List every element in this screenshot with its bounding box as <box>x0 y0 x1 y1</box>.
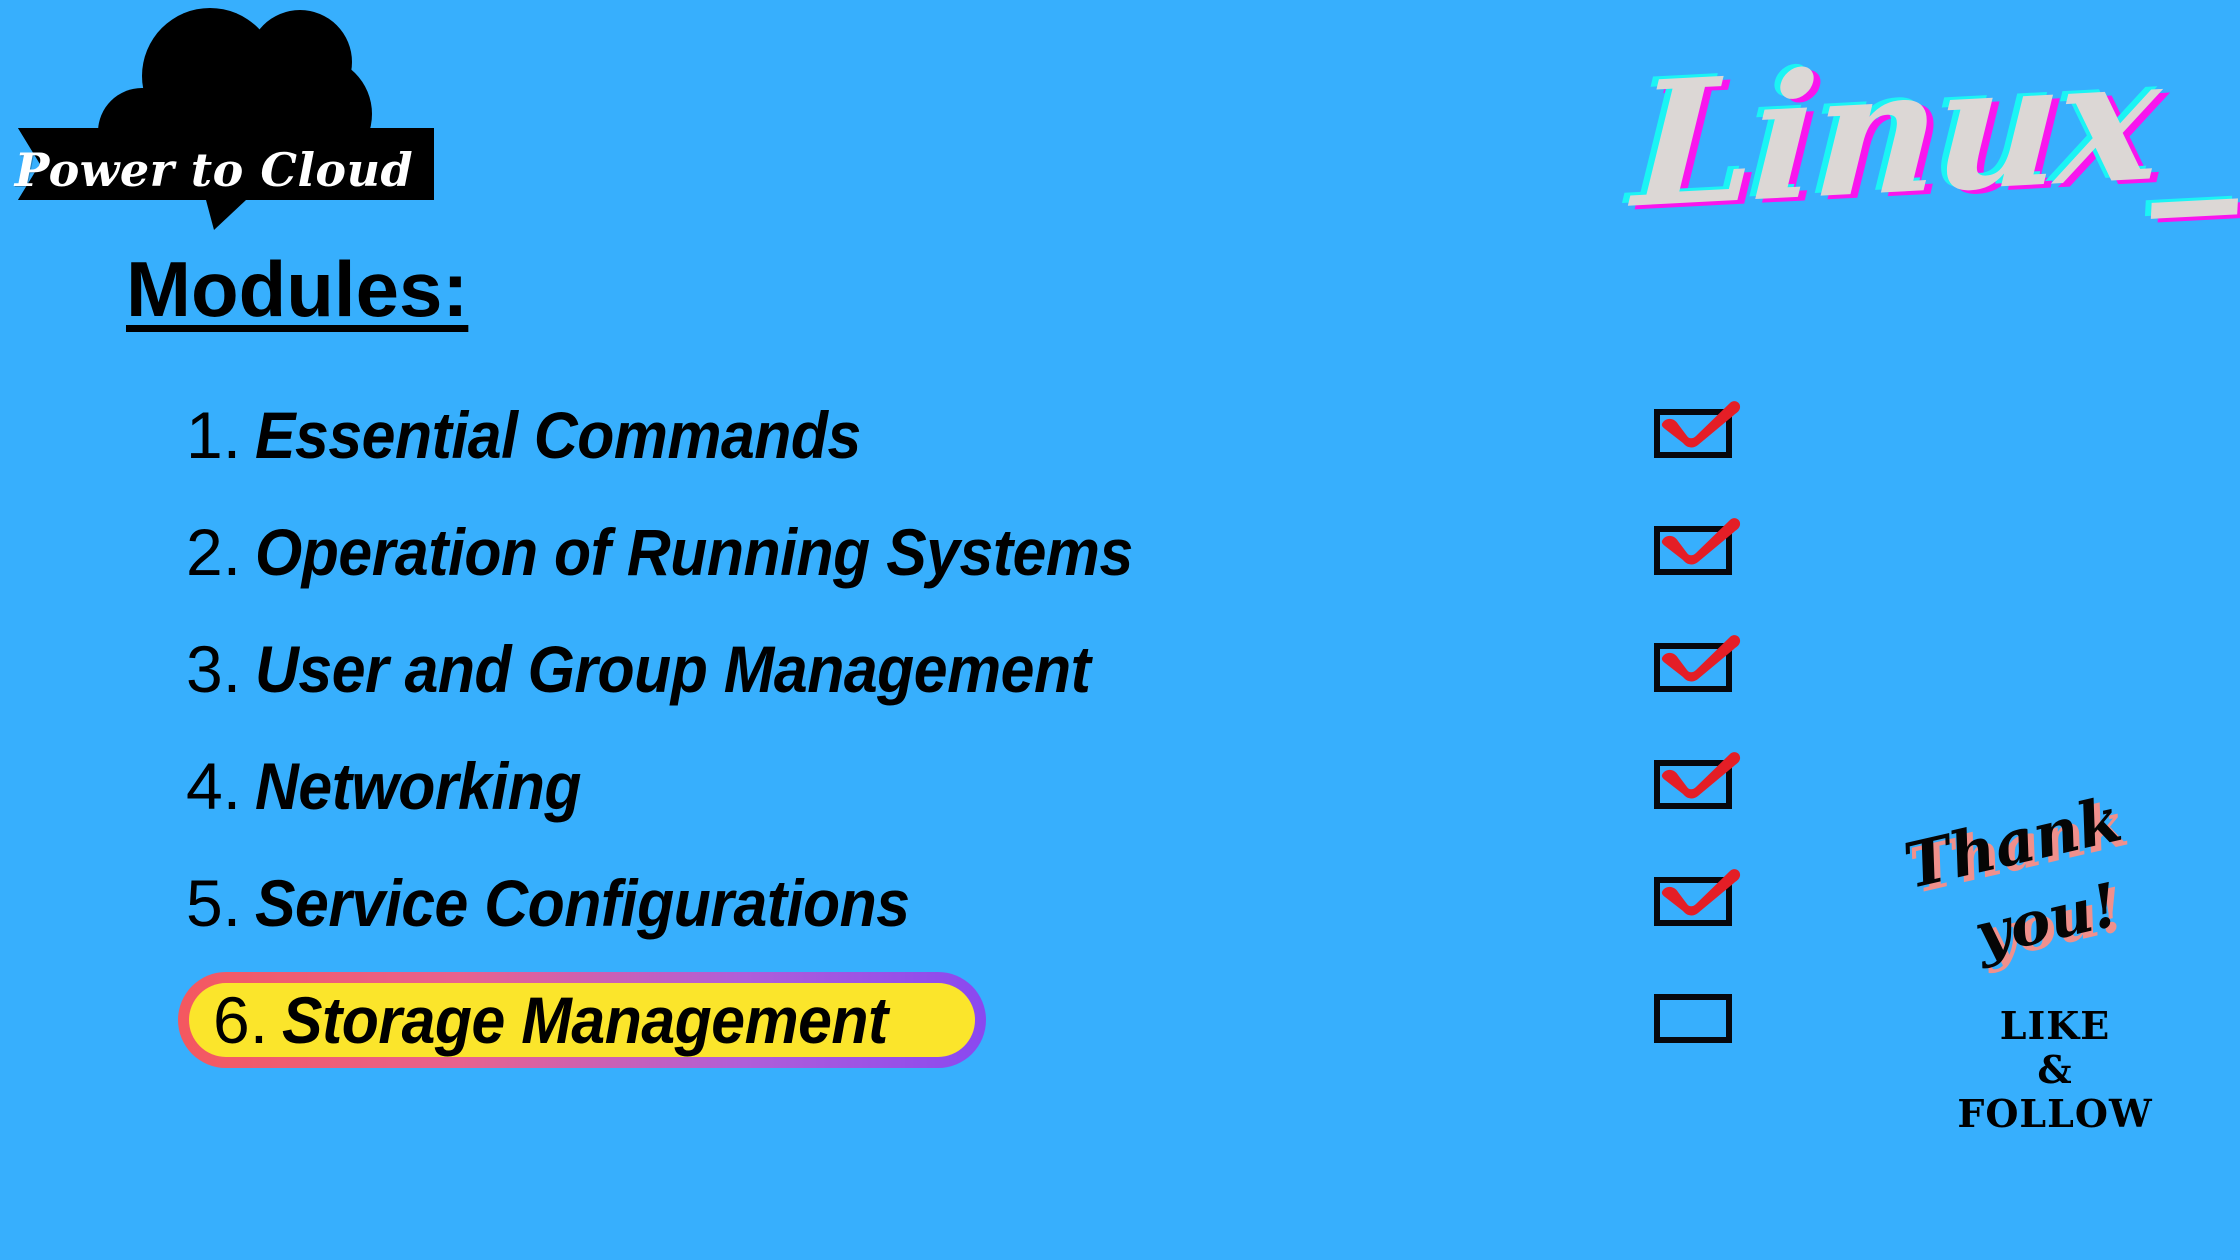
follow-label: FOLLOW <box>1957 1091 2153 1137</box>
module-row-4[interactable]: 4. Networking <box>0 727 2240 844</box>
module-number-2: 2. <box>186 514 242 589</box>
power-to-cloud-logo: Power to Cloud <box>14 4 434 234</box>
checkbox-4[interactable] <box>1654 760 1732 809</box>
module-label-wrap-1: 1. Essential Commands <box>186 376 914 493</box>
module-label-wrap-4: 4. Networking <box>186 727 609 844</box>
checkbox-row-3 <box>1654 610 1774 727</box>
checkbox-6[interactable] <box>1654 994 1732 1043</box>
checkbox-row-5 <box>1654 844 1774 961</box>
module-number-1: 1. <box>186 397 242 472</box>
like-label: LIKE <box>1999 1003 2111 1048</box>
module-label-wrap-3: 3. User and Group Management <box>186 610 1163 727</box>
module-number-4: 4. <box>186 748 242 823</box>
module-row-3[interactable]: 3. User and Group Management <box>0 610 2240 727</box>
module-name-5: Service Configurations <box>255 865 910 940</box>
module-name-4: Networking <box>255 748 582 823</box>
linux-wordmark: Linux_ <box>1629 12 2240 247</box>
cloud-banner-icon <box>18 8 434 230</box>
thank-you-line-2: you! <box>1968 870 2126 971</box>
checkbox-row-2 <box>1654 493 1774 610</box>
checkbox-row-6 <box>1654 961 1774 1078</box>
module-number-5: 5. <box>186 865 242 940</box>
checkbox-row-1 <box>1654 376 1774 493</box>
module-name-6: Storage Management <box>282 983 888 1057</box>
checkbox-3[interactable] <box>1654 643 1732 692</box>
checkbox-1[interactable] <box>1654 409 1732 458</box>
module-row-1[interactable]: 1. Essential Commands <box>0 376 2240 493</box>
page-title: Modules: <box>126 245 469 333</box>
module-name-3: User and Group Management <box>255 631 1091 706</box>
module-label-wrap-2: 2. Operation of Running Systems <box>186 493 1209 610</box>
checkbox-row-4 <box>1654 727 1774 844</box>
module-name-2: Operation of Running Systems <box>255 514 1133 589</box>
ampersand: & <box>2037 1047 2073 1093</box>
module-number-3: 3. <box>186 631 242 706</box>
module-highlight-pill: 6. Storage Management <box>178 972 986 1068</box>
module-name-1: Essential Commands <box>255 397 861 472</box>
module-number-6: 6. <box>213 983 269 1057</box>
module-row-2[interactable]: 2. Operation of Running Systems <box>0 493 2240 610</box>
slide-canvas: Power to Cloud Linux_ Modules: 1. Essent… <box>0 0 2240 1260</box>
thank-you-block: Thank you! LIKE & FOLLOW <box>1898 782 2205 1137</box>
checkbox-5[interactable] <box>1654 877 1732 926</box>
module-list: 1. Essential Commands 2. Operation of Ru… <box>0 376 2240 1078</box>
thank-you-script: Thank you! <box>1898 782 2205 1002</box>
module-label-wrap-5: 5. Service Configurations <box>186 844 967 961</box>
checkbox-2[interactable] <box>1654 526 1732 575</box>
module-row-6[interactable]: 6. Storage Management <box>0 961 2240 1078</box>
checkbox-column <box>1654 376 1774 1078</box>
